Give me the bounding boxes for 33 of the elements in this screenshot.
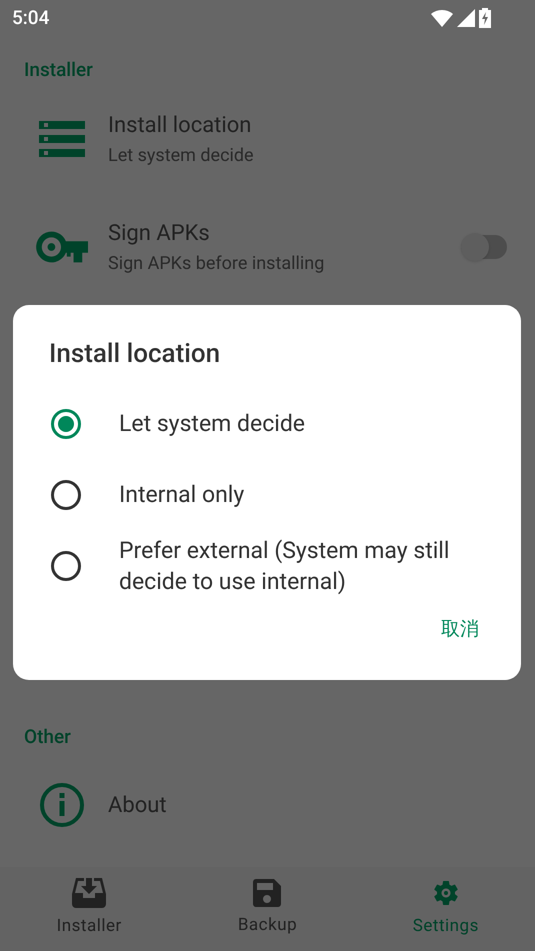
- cancel-button[interactable]: 取消: [435, 611, 485, 648]
- key-icon: [36, 230, 88, 262]
- signal-icon: [457, 9, 475, 27]
- radio-option[interactable]: Internal only: [13, 459, 521, 530]
- radio-button[interactable]: [51, 550, 81, 580]
- nav-tab[interactable]: Settings: [356, 867, 535, 951]
- item-summary: Sign APKs before installing: [108, 252, 326, 276]
- option-label: Let system decide: [119, 409, 305, 439]
- battery-charging-icon: [479, 8, 491, 28]
- option-label: Internal only: [119, 480, 244, 510]
- radio-button[interactable]: [51, 480, 81, 510]
- wifi-icon: [431, 9, 453, 27]
- toggle-switch[interactable]: [461, 234, 507, 258]
- nav-tab[interactable]: Installer: [0, 867, 178, 951]
- settings-item[interactable]: About: [0, 751, 535, 859]
- section-header: Installer: [23, 57, 94, 83]
- section-header: Other: [23, 724, 72, 750]
- radio-button[interactable]: [51, 408, 81, 438]
- status-time: 5:04: [12, 4, 50, 31]
- tray-download-icon: [72, 878, 106, 908]
- item-title: Sign APKs: [108, 220, 211, 248]
- settings-item[interactable]: Install location Let system decide: [0, 84, 535, 192]
- option-label: Prefer external (System may still decide to use internal): [119, 536, 450, 596]
- dialog-title: Install location: [48, 338, 222, 371]
- storage-icon: [39, 120, 85, 156]
- settings-item[interactable]: Sign APKs Sign APKs before installing: [0, 192, 535, 300]
- item-summary: Let system decide: [108, 144, 255, 168]
- info-icon: [39, 782, 85, 828]
- item-title: About: [108, 792, 168, 820]
- radio-option[interactable]: Prefer external (System may still decide to use internal): [13, 530, 521, 601]
- item-title: Install location: [108, 112, 252, 140]
- nav-tab[interactable]: Backup: [178, 867, 357, 951]
- radio-option[interactable]: Let system decide: [13, 388, 521, 459]
